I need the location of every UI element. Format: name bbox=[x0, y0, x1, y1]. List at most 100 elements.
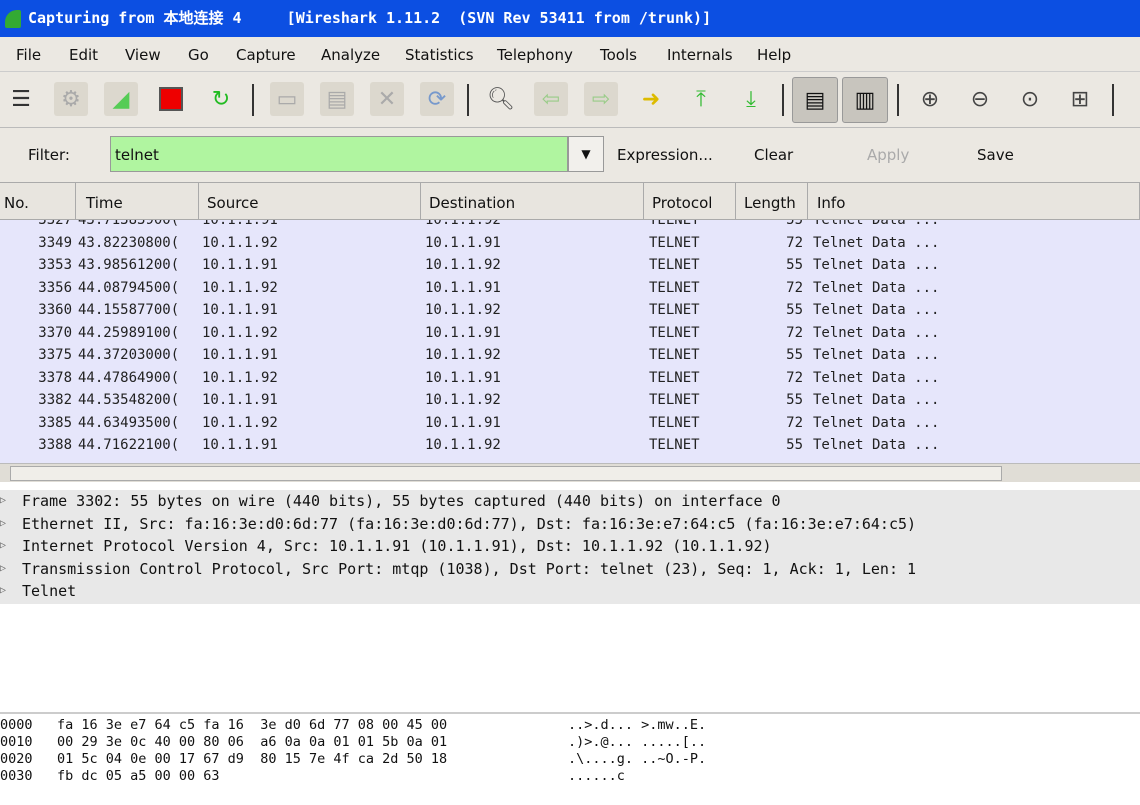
cell-source: 10.1.1.91 bbox=[202, 437, 278, 453]
column-destination[interactable]: Destination bbox=[421, 182, 644, 220]
menu-tools[interactable]: Tools bbox=[600, 46, 637, 64]
close-file-icon[interactable]: ✕ bbox=[370, 82, 404, 116]
clear-button[interactable]: Clear bbox=[754, 146, 793, 164]
zoom-in-icon[interactable]: ⊕ bbox=[913, 82, 947, 116]
menu-analyze[interactable]: Analyze bbox=[321, 46, 380, 64]
cell-no: 3349 bbox=[38, 234, 72, 251]
cell-info: Telnet Data ... bbox=[813, 392, 940, 408]
restart-capture-icon[interactable]: ↻ bbox=[204, 82, 238, 116]
hex-ascii[interactable]: .)>.@... .....[.. bbox=[568, 734, 706, 751]
find-icon[interactable]: 🔍︎ bbox=[484, 82, 518, 116]
autoscroll-icon[interactable]: ▥ bbox=[842, 77, 888, 123]
horizontal-scrollbar[interactable] bbox=[0, 463, 1140, 482]
cell-protocol: TELNET bbox=[649, 234, 700, 251]
menu-internals[interactable]: Internals bbox=[667, 46, 733, 64]
column-time[interactable]: Time bbox=[76, 182, 199, 220]
column-source[interactable]: Source bbox=[199, 182, 421, 220]
cell-info: Telnet Data ... bbox=[813, 369, 940, 386]
cell-length: 55 bbox=[786, 347, 803, 363]
menu-capture[interactable]: Capture bbox=[236, 46, 296, 64]
detail-text: Frame 3302: 55 bytes on wire (440 bits),… bbox=[22, 492, 781, 510]
column-no[interactable]: No. bbox=[0, 182, 76, 220]
separator bbox=[782, 84, 784, 116]
save-file-icon[interactable]: ▤ bbox=[320, 82, 354, 116]
menu-statistics[interactable]: Statistics bbox=[405, 46, 474, 64]
menu-help[interactable]: Help bbox=[757, 46, 791, 64]
column-info[interactable]: Info bbox=[808, 182, 1140, 220]
cell-source: 10.1.1.91 bbox=[202, 392, 278, 408]
cell-length: 55 bbox=[786, 437, 803, 453]
go-back-icon[interactable]: ⇦ bbox=[534, 82, 568, 116]
cell-source: 10.1.1.92 bbox=[202, 234, 278, 251]
zoom-out-icon[interactable]: ⊖ bbox=[963, 82, 997, 116]
expand-triangle-icon[interactable]: ▷ bbox=[0, 535, 6, 558]
go-first-icon[interactable]: ⤒ bbox=[684, 82, 718, 116]
detail-text: Internet Protocol Version 4, Src: 10.1.1… bbox=[22, 537, 772, 555]
menu-file[interactable]: File bbox=[16, 46, 41, 64]
hex-bytes[interactable]: fa 16 3e e7 64 c5 fa 16 3e d0 6d 77 08 0… bbox=[57, 717, 447, 734]
stop-capture-icon[interactable] bbox=[154, 82, 188, 116]
table-row[interactable]: 3388 44.71622100(10.1.1.91 10.1.1.92 TELNET… bbox=[0, 434, 1140, 457]
cell-time: 44.25989100( bbox=[78, 324, 180, 341]
colorize-icon[interactable]: ▤ bbox=[792, 77, 838, 123]
menu-view[interactable]: View bbox=[125, 46, 161, 64]
hex-bytes[interactable]: fb dc 05 a5 00 00 63 bbox=[57, 768, 220, 785]
resize-columns-icon[interactable]: ⊞ bbox=[1063, 82, 1097, 116]
cell-protocol: TELNET bbox=[649, 414, 700, 431]
table-row[interactable]: 3356 44.08794500(10.1.1.92 10.1.1.91 TELNET… bbox=[0, 277, 1140, 300]
menu-edit[interactable]: Edit bbox=[69, 46, 98, 64]
column-length[interactable]: Length bbox=[736, 182, 808, 220]
column-protocol[interactable]: Protocol bbox=[644, 182, 736, 220]
cell-time: 44.63493500( bbox=[78, 414, 180, 431]
normal-size-icon[interactable]: ⊙ bbox=[1013, 82, 1047, 116]
table-row[interactable]: 3375 44.37203000(10.1.1.91 10.1.1.92 TELNET… bbox=[0, 344, 1140, 367]
filter-label: Filter: bbox=[28, 146, 70, 164]
table-row[interactable]: 3382 44.53548200(10.1.1.91 10.1.1.92 TELNET… bbox=[0, 389, 1140, 412]
cell-source: 10.1.1.91 bbox=[202, 347, 278, 363]
table-row[interactable]: 3385 44.63493500(10.1.1.92 10.1.1.91 TELNET… bbox=[0, 412, 1140, 435]
cell-time: 44.15587700( bbox=[78, 302, 180, 318]
expression-button[interactable]: Expression... bbox=[617, 146, 713, 164]
table-row[interactable]: 3378 44.47864900(10.1.1.92 10.1.1.91 TELNET… bbox=[0, 367, 1140, 390]
table-row[interactable]: 3349 43.82230800(10.1.1.92 10.1.1.91 TELNET… bbox=[0, 232, 1140, 255]
hex-bytes[interactable]: 00 29 3e 0c 40 00 80 06 a6 0a 0a 01 01 5… bbox=[57, 734, 447, 751]
scrollbar-thumb[interactable] bbox=[10, 466, 1002, 481]
hex-bytes[interactable]: 01 5c 04 0e 00 17 67 d9 80 15 7e 4f ca 2… bbox=[57, 751, 447, 768]
separator bbox=[1112, 84, 1114, 116]
hex-ascii[interactable]: .\....g. ..~O.-P. bbox=[568, 751, 706, 768]
menu-go[interactable]: Go bbox=[188, 46, 209, 64]
filter-dropdown-button[interactable]: ▼ bbox=[568, 136, 604, 172]
save-filter-button[interactable]: Save bbox=[977, 146, 1014, 164]
separator bbox=[897, 84, 899, 116]
cell-destination: 10.1.1.91 bbox=[425, 414, 501, 431]
interfaces-icon[interactable]: ☰ bbox=[4, 82, 38, 116]
cell-time: 43.71383900( bbox=[78, 220, 180, 228]
cell-destination: 10.1.1.92 bbox=[425, 392, 501, 408]
cell-destination: 10.1.1.92 bbox=[425, 347, 501, 363]
expand-triangle-icon[interactable]: ▷ bbox=[0, 558, 6, 581]
cell-time: 44.37203000( bbox=[78, 347, 180, 363]
filter-input[interactable]: telnet bbox=[110, 136, 568, 172]
go-to-packet-icon[interactable]: ➜ bbox=[634, 82, 668, 116]
hex-ascii[interactable]: ......c bbox=[568, 768, 625, 785]
open-file-icon[interactable]: ▭ bbox=[270, 82, 304, 116]
go-last-icon[interactable]: ⤓ bbox=[734, 82, 768, 116]
table-row[interactable]: 3327 43.71383900(10.1.1.91 10.1.1.92 TELNET… bbox=[0, 220, 1140, 232]
table-row[interactable]: 3360 44.15587700(10.1.1.91 10.1.1.92 TELNET… bbox=[0, 299, 1140, 322]
expand-triangle-icon[interactable]: ▷ bbox=[0, 580, 6, 603]
cell-info: Telnet Data ... bbox=[813, 324, 940, 341]
table-row[interactable]: 3353 43.98561200(10.1.1.91 10.1.1.92 TELNET… bbox=[0, 254, 1140, 277]
cell-info: Telnet Data ... bbox=[813, 257, 940, 273]
options-icon[interactable]: ⚙ bbox=[54, 82, 88, 116]
table-row[interactable]: 3370 44.25989100(10.1.1.92 10.1.1.91 TELNET… bbox=[0, 322, 1140, 345]
apply-button[interactable]: Apply bbox=[867, 146, 909, 164]
expand-triangle-icon[interactable]: ▷ bbox=[0, 513, 6, 536]
menu-telephony[interactable]: Telephony bbox=[497, 46, 573, 64]
cell-no: 3382 bbox=[38, 392, 72, 408]
start-capture-icon[interactable]: ◢ bbox=[104, 82, 138, 116]
cell-no: 3356 bbox=[38, 279, 72, 296]
hex-ascii[interactable]: ..>.d... >.mw..E. bbox=[568, 717, 706, 734]
go-forward-icon[interactable]: ⇨ bbox=[584, 82, 618, 116]
expand-triangle-icon[interactable]: ▷ bbox=[0, 490, 6, 513]
reload-icon[interactable]: ⟳ bbox=[420, 82, 454, 116]
